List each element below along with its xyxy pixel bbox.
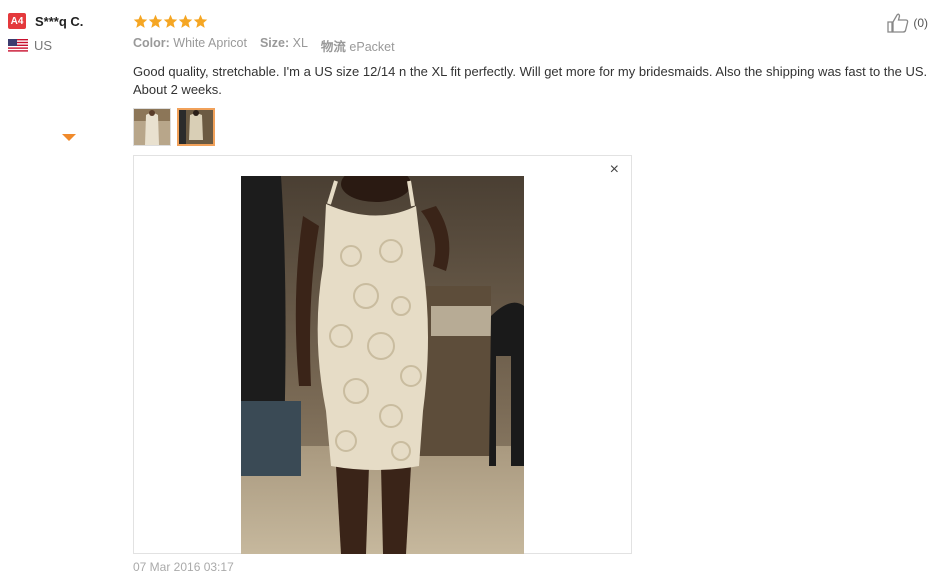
- attribute-value: White Apricot: [173, 36, 247, 50]
- reviewer-name: S***q C.: [35, 13, 84, 29]
- attribute-color: Color: White Apricot: [133, 36, 247, 55]
- image-viewer: ×: [133, 155, 632, 554]
- review-text: Good quality, stretchable. I'm a US size…: [133, 64, 928, 97]
- review-body: Color: White Apricot Size: XL 物流 ePacket…: [133, 12, 928, 146]
- order-attributes: Color: White Apricot Size: XL 物流 ePacket: [133, 36, 926, 55]
- attribute-key: Color:: [133, 36, 170, 50]
- country-row: US: [8, 38, 128, 53]
- star-icon: [193, 14, 208, 28]
- star-icon: [163, 14, 178, 28]
- star-icon: [133, 14, 148, 28]
- star-icon: [178, 14, 193, 28]
- us-flag-icon: [8, 39, 28, 52]
- level-badge: A4: [8, 13, 26, 29]
- attribute-shipping: 物流 ePacket: [321, 36, 395, 55]
- attribute-size: Size: XL: [260, 36, 308, 55]
- close-icon[interactable]: ×: [610, 161, 619, 179]
- thumbnail-image: [179, 110, 213, 144]
- review-thumbnail-active[interactable]: [177, 108, 215, 146]
- reviewer-info: A4 S***q C. US: [8, 13, 128, 53]
- attribute-key: 物流: [320, 40, 346, 54]
- review-thumbnail[interactable]: [133, 108, 171, 146]
- reviewer-row: A4 S***q C.: [8, 13, 128, 29]
- review-date: 07 Mar 2016 03:17: [133, 560, 234, 574]
- rating-stars: [133, 12, 926, 30]
- attribute-value: XL: [292, 36, 308, 50]
- thumbnail-image: [134, 109, 170, 145]
- review-thumbnails: [133, 108, 926, 146]
- attribute-value: ePacket: [349, 40, 395, 54]
- active-thumbnail-pointer: [62, 134, 76, 141]
- attribute-key: Size:: [259, 36, 290, 50]
- review-photo: [241, 176, 524, 554]
- star-icon: [148, 14, 163, 28]
- reviewer-country: US: [34, 38, 53, 53]
